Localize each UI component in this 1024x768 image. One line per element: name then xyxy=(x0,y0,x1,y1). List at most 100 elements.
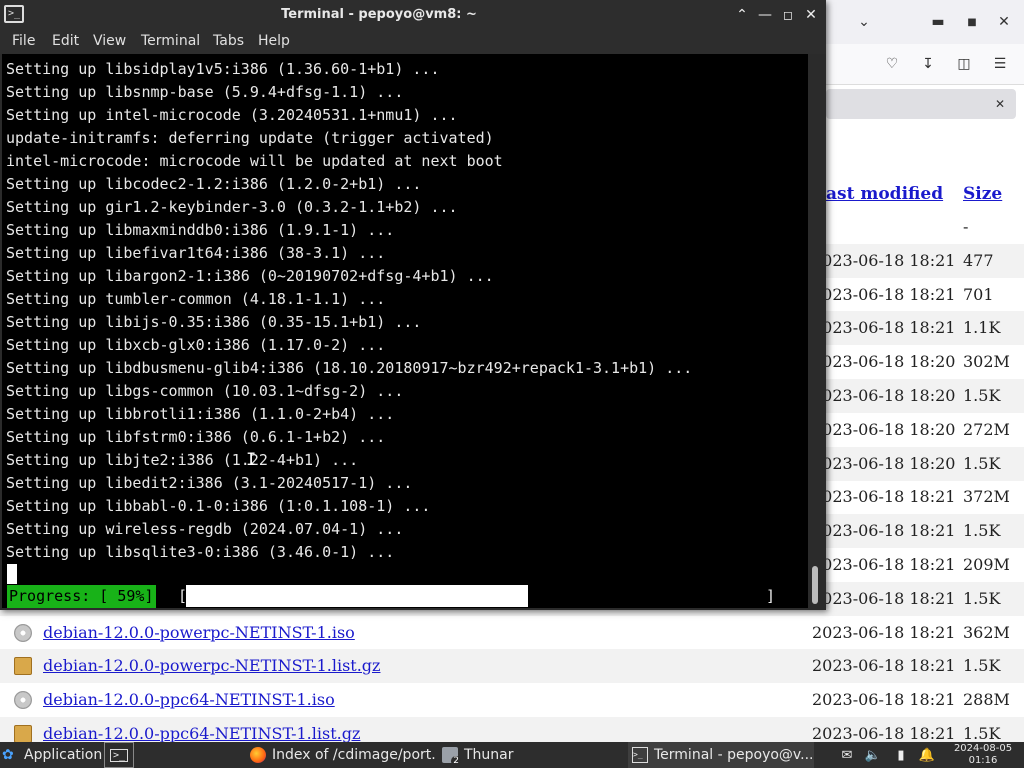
file-date: 2023-06-18 18:21 xyxy=(812,487,956,506)
clock-date: 2024-08-05 xyxy=(953,743,1013,754)
progress-label: Progress: [ 59%] xyxy=(7,585,156,608)
file-link[interactable]: debian-12.0.0-powerpc-NETINST-1.iso xyxy=(43,623,355,642)
applications-label: Applications xyxy=(24,747,102,763)
terminal-window: >_ Terminal - pepoyo@vm8: ~ ⌃ — ◻ ✕ File… xyxy=(0,0,826,610)
disc-icon xyxy=(14,691,32,709)
file-link[interactable]: debian-12.0.0-ppc64-NETINST-1.iso xyxy=(43,690,335,709)
terminal-line: Setting up libefivar1t64:i386 (38-3.1) .… xyxy=(6,244,386,262)
close-icon[interactable]: ✕ xyxy=(801,5,821,25)
terminal-launcher-icon: >_ xyxy=(109,748,129,762)
terminal-menubar: File Edit View Terminal Tabs Help xyxy=(0,30,826,54)
file-size: 302M xyxy=(963,352,1010,371)
table-row: debian-12.0.0-powerpc-NETINST-1.iso 2023-… xyxy=(0,616,1024,650)
file-size: 1.5K xyxy=(963,589,1001,608)
task-firefox-label: Index of /cdimage/port... xyxy=(272,747,436,763)
folder-icon: 2 xyxy=(442,747,461,766)
task-thunar[interactable]: 2 Thunar xyxy=(442,742,622,768)
file-link[interactable]: debian-12.0.0-ppc64-NETINST-1.list.gz xyxy=(43,724,360,743)
terminal-line: Setting up libsidplay1v5:i386 (1.36.60-1… xyxy=(6,60,440,78)
notifications-bell-icon[interactable]: 🔔 xyxy=(918,746,936,764)
extensions-icon[interactable]: ◫ xyxy=(950,50,978,78)
file-size: 288M xyxy=(963,690,1010,709)
file-date: 2023-06-18 18:21 xyxy=(812,623,956,642)
file-size: 1.5K xyxy=(963,521,1001,540)
pocket-icon[interactable]: ♡ xyxy=(878,50,906,78)
terminal-icon: >_ xyxy=(632,747,648,763)
file-size: 477 xyxy=(963,251,994,270)
download-icon[interactable]: ↧ xyxy=(914,50,942,78)
minimize-icon[interactable]: — xyxy=(755,5,775,25)
menu-view[interactable]: View xyxy=(93,33,126,49)
terminal-output[interactable]: Setting up libsidplay1v5:i386 (1.36.60-1… xyxy=(2,54,808,608)
show-desktop-button[interactable]: >_ xyxy=(104,742,134,768)
terminal-scrollbar[interactable] xyxy=(808,54,826,610)
task-firefox[interactable]: Index of /cdimage/port... xyxy=(250,742,436,768)
roll-up-icon[interactable]: ⌃ xyxy=(732,5,752,25)
file-date: 2023-06-18 18:20 xyxy=(812,352,956,371)
battery-icon[interactable]: ▮ xyxy=(892,746,910,764)
menu-icon[interactable]: ☰ xyxy=(986,50,1014,78)
close-icon[interactable]: ✕ xyxy=(990,8,1018,36)
file-date: 2023-06-18 18:21 xyxy=(812,318,956,337)
file-date: 2023-06-18 18:20 xyxy=(812,386,956,405)
terminal-titlebar[interactable]: >_ Terminal - pepoyo@vm8: ~ ⌃ — ◻ ✕ xyxy=(0,0,826,30)
ibeam-cursor-icon: I xyxy=(246,450,257,470)
file-size: 1.5K xyxy=(963,386,1001,405)
clock-time: 01:16 xyxy=(968,755,998,766)
tab-list-chevron-icon[interactable]: ⌄ xyxy=(850,8,878,36)
file-size: 362M xyxy=(963,623,1010,642)
file-size: 1.5K xyxy=(963,724,1001,743)
terminal-line: Setting up libargon2-1:i386 (0~20190702+… xyxy=(6,267,494,285)
clock[interactable]: 2024-08-05 01:16 xyxy=(945,743,1021,767)
file-date: 2023-06-18 18:21 xyxy=(812,724,956,743)
notification-bar: ✕ xyxy=(826,89,1016,119)
terminal-line: Setting up libbrotli1:i386 (1.1.0-2+b4) … xyxy=(6,405,395,423)
table-row: debian-12.0.0-powerpc-NETINST-1.list.gz 2… xyxy=(0,649,1024,683)
menu-help[interactable]: Help xyxy=(258,33,290,49)
maximize-icon[interactable]: ■ xyxy=(958,8,986,36)
task-terminal[interactable]: >_ Terminal - pepoyo@v... xyxy=(628,742,814,768)
menu-tabs[interactable]: Tabs xyxy=(213,33,244,49)
terminal-line: Setting up libedit2:i386 (3.1-20240517-1… xyxy=(6,474,413,492)
volume-icon[interactable]: 🔈 xyxy=(864,746,882,764)
terminal-line: Setting up libsqlite3-0:i386 (3.46.0-1) … xyxy=(6,543,395,561)
applications-menu-button[interactable]: ✿ Applications xyxy=(2,742,102,768)
menu-edit[interactable]: Edit xyxy=(52,33,79,49)
terminal-line: Setting up libjte2:i386 (1.22-4+b1) ... xyxy=(6,451,359,469)
notification-close-icon[interactable]: ✕ xyxy=(986,90,1014,118)
file-size: 1.5K xyxy=(963,656,1001,675)
last-modified-header[interactable]: ast modified xyxy=(826,184,943,204)
file-link[interactable]: debian-12.0.0-powerpc-NETINST-1.list.gz xyxy=(43,656,380,675)
file-size: 701 xyxy=(963,285,994,304)
file-size: 1.5K xyxy=(963,454,1001,473)
terminal-line: Setting up gir1.2-keybinder-3.0 (0.3.2-1… xyxy=(6,198,458,216)
terminal-line: Setting up libcodec2-1.2:i386 (1.2.0-2+b… xyxy=(6,175,422,193)
terminal-line: update-initramfs: deferring update (trig… xyxy=(6,129,494,147)
network-icon[interactable]: ✉ xyxy=(838,746,856,764)
file-date: 2023-06-18 18:20 xyxy=(812,420,956,439)
terminal-line: Setting up tumbler-common (4.18.1-1.1) .… xyxy=(6,290,386,308)
text-cursor xyxy=(7,564,17,584)
firefox-icon xyxy=(250,747,266,763)
scrollbar-thumb[interactable] xyxy=(812,566,818,604)
taskbar: ✿ Applications >_ Index of /cdimage/port… xyxy=(0,742,1024,768)
terminal-line: Setting up libxcb-glx0:i386 (1.17.0-2) .… xyxy=(6,336,386,354)
terminal-line: Setting up wireless-regdb (2024.07.04-1)… xyxy=(6,520,404,538)
thunar-window-count-badge: 2 xyxy=(451,756,461,766)
file-date: 2023-06-18 18:21 xyxy=(812,521,956,540)
size-header[interactable]: Size xyxy=(963,184,1002,204)
file-size: 209M xyxy=(963,555,1010,574)
archive-icon xyxy=(14,725,32,743)
file-date: 2023-06-18 18:21 xyxy=(812,656,956,675)
menu-terminal[interactable]: Terminal xyxy=(141,33,200,49)
file-size: 272M xyxy=(963,420,1010,439)
menu-file[interactable]: File xyxy=(12,33,35,49)
file-date: 2023-06-18 18:21 xyxy=(812,555,956,574)
file-size: 1.1K xyxy=(963,318,1001,337)
terminal-line: Setting up libdbusmenu-glib4:i386 (18.10… xyxy=(6,359,693,377)
maximize-icon[interactable]: ◻ xyxy=(778,5,798,25)
terminal-line: Setting up intel-microcode (3.20240531.1… xyxy=(6,106,458,124)
terminal-line: Setting up libfstrm0:i386 (0.6.1-1+b2) .… xyxy=(6,428,386,446)
progress-bar-fill xyxy=(186,585,528,607)
minimize-icon[interactable]: ▬ xyxy=(924,8,952,36)
